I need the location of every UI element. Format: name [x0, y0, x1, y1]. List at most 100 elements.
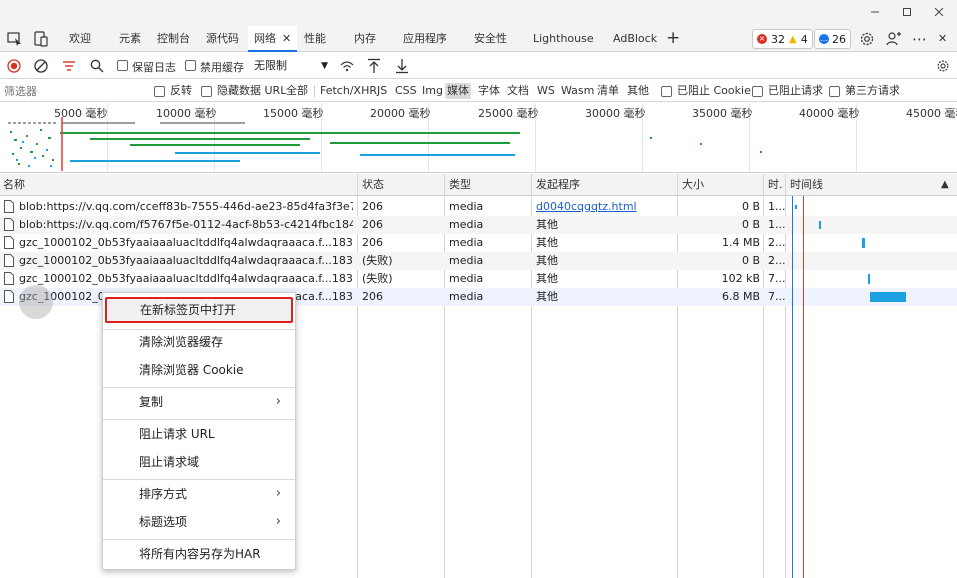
request-type: media: [449, 218, 484, 231]
request-name: blob:https://v.qq.com/cceff83b-7555-446d…: [19, 200, 353, 213]
filter-icon[interactable]: [60, 57, 78, 75]
minimize-icon[interactable]: [860, 4, 890, 22]
tab-console[interactable]: 控制台: [157, 26, 190, 52]
search-icon[interactable]: [88, 57, 106, 75]
menu-clear-cache[interactable]: 清除浏览器缓存: [103, 329, 295, 355]
column-header-time[interactable]: 时.: [765, 174, 783, 196]
menu-separator: [103, 387, 295, 388]
request-name: gzc_1000102_0b53fyaaiaaaluacltddlfq4alwd…: [19, 254, 353, 267]
menu-header-options[interactable]: 标题选项 ›: [103, 509, 295, 535]
table-row[interactable]: gzc_1000102_0b53fyaaiaaaluacltddlfq4alwd…: [0, 234, 957, 252]
filter-type-ws[interactable]: WS: [535, 83, 557, 99]
request-size: 0 B: [741, 218, 760, 231]
filter-type-js[interactable]: JS: [375, 83, 389, 99]
restore-icon[interactable]: [892, 4, 922, 22]
request-initiator: 其他: [536, 218, 558, 231]
tab-lighthouse[interactable]: Lighthouse: [533, 26, 594, 52]
request-name: gzc_1000102_0b53fyaaiaaaluacltddlfq4alwd…: [19, 272, 353, 285]
record-icon[interactable]: [5, 57, 23, 75]
request-status: 206: [362, 200, 383, 213]
network-conditions-icon[interactable]: [338, 57, 356, 75]
download-icon[interactable]: [393, 57, 411, 75]
filter-type-css[interactable]: CSS: [393, 83, 419, 99]
network-overview[interactable]: 5000 毫秒 10000 毫秒 15000 毫秒 20000 毫秒 25000…: [0, 103, 957, 173]
request-status: 206: [362, 236, 383, 249]
hide-data-urls-checkbox[interactable]: [201, 86, 212, 97]
filter-type-other[interactable]: 其他: [625, 83, 651, 99]
column-header-waterfall[interactable]: 时间线: [787, 174, 823, 196]
disable-cache-checkbox[interactable]: [185, 60, 196, 71]
tab-security[interactable]: 安全性: [474, 26, 507, 52]
request-time: 7...: [768, 272, 785, 285]
filter-type-img[interactable]: Img: [420, 83, 445, 99]
message-count: 26: [832, 32, 846, 46]
request-type: media: [449, 290, 484, 303]
issues-counter[interactable]: × 32 ▲ 4: [752, 29, 813, 49]
tab-application[interactable]: 应用程序: [403, 26, 447, 52]
add-tab-button[interactable]: +: [666, 28, 680, 48]
tab-adblock[interactable]: AdBlock: [613, 26, 657, 52]
column-header-status[interactable]: 状态: [359, 174, 384, 196]
upload-icon[interactable]: [365, 57, 383, 75]
filter-type-media[interactable]: 媒体: [445, 83, 471, 99]
menu-clear-cookies[interactable]: 清除浏览器 Cookie: [103, 357, 295, 383]
filter-type-all[interactable]: 全部: [284, 83, 310, 99]
filter-input[interactable]: [4, 83, 144, 99]
menu-block-url[interactable]: 阻止请求 URL: [103, 421, 295, 447]
window-titlebar: [0, 0, 957, 26]
device-toolbar-icon[interactable]: [32, 30, 50, 48]
filter-type-fetch-xhr[interactable]: Fetch/XHR: [318, 83, 379, 99]
table-row[interactable]: blob:https://v.qq.com/cceff83b-7555-446d…: [0, 198, 957, 216]
tab-memory[interactable]: 内存: [354, 26, 376, 52]
menu-open-in-new-tab[interactable]: 在新标签页中打开: [105, 297, 293, 323]
menu-save-all-as-har[interactable]: 将所有内容另存为HAR: [103, 541, 295, 567]
table-row[interactable]: gzc_1000102_0b53fyaaiaaaluacltddlfq4alwd…: [0, 252, 957, 270]
throttling-select[interactable]: 无限制 ▼: [250, 56, 330, 76]
menu-block-domain[interactable]: 阻止请求域: [103, 449, 295, 475]
more-options-icon[interactable]: ⋯: [912, 26, 928, 52]
third-party-checkbox[interactable]: [829, 86, 840, 97]
third-party-label: 第三方请求: [845, 84, 900, 97]
filter-type-manifest[interactable]: 清单: [595, 83, 621, 99]
filter-type-font[interactable]: 字体: [476, 83, 502, 99]
connect-icon[interactable]: [885, 30, 903, 48]
close-tab-icon[interactable]: ✕: [282, 32, 291, 45]
filter-type-wasm[interactable]: Wasm: [559, 83, 596, 99]
table-row[interactable]: blob:https://v.qq.com/f5767f5e-0112-4acf…: [0, 216, 957, 234]
request-initiator-link[interactable]: d0040cqgqtz.html: [536, 198, 637, 216]
inspect-element-icon[interactable]: [6, 30, 24, 48]
column-header-size[interactable]: 大小: [679, 174, 704, 196]
file-icon: [4, 272, 14, 285]
tab-sources[interactable]: 源代码: [206, 26, 239, 52]
close-window-icon[interactable]: [924, 4, 954, 22]
tab-elements[interactable]: 元素: [119, 26, 141, 52]
preserve-log-checkbox[interactable]: [117, 60, 128, 71]
network-settings-gear-icon[interactable]: [934, 57, 952, 75]
error-icon: ×: [757, 34, 767, 44]
table-row[interactable]: gzc_1000102_0b53fyaaiaaaluacltddlfq4alwd…: [0, 270, 957, 288]
column-header-type[interactable]: 类型: [446, 174, 471, 196]
request-size: 1.4 MB: [721, 236, 760, 249]
disable-cache-label: 禁用缓存: [200, 61, 244, 74]
request-time: 2...: [768, 254, 785, 267]
blocked-cookies-checkbox[interactable]: [661, 86, 672, 97]
blocked-requests-checkbox[interactable]: [752, 86, 763, 97]
sort-ascending-icon[interactable]: ▲: [938, 174, 949, 196]
column-header-initiator[interactable]: 发起程序: [533, 174, 580, 196]
chevron-right-icon: ›: [275, 486, 281, 501]
gear-icon[interactable]: [858, 30, 876, 48]
tab-performance[interactable]: 性能: [304, 26, 326, 52]
tab-network[interactable]: 网络 ✕: [248, 26, 298, 52]
warning-count: 4: [800, 32, 808, 46]
clear-icon[interactable]: [32, 57, 50, 75]
tab-welcome[interactable]: 欢迎: [69, 26, 91, 52]
column-header-name[interactable]: 名称: [0, 174, 25, 196]
close-devtools-icon[interactable]: ✕: [938, 26, 947, 52]
cursor-indicator: [19, 285, 53, 319]
filter-type-doc[interactable]: 文档: [505, 83, 531, 99]
filter-bar: 反转 隐藏数据 URL 全部 Fetch/XHR JS CSS Img 媒体 字…: [0, 80, 957, 102]
messages-counter[interactable]: … 26: [814, 29, 851, 49]
invert-checkbox[interactable]: [154, 86, 165, 97]
menu-sort-by[interactable]: 排序方式 ›: [103, 481, 295, 507]
menu-copy[interactable]: 复制 ›: [103, 389, 295, 415]
